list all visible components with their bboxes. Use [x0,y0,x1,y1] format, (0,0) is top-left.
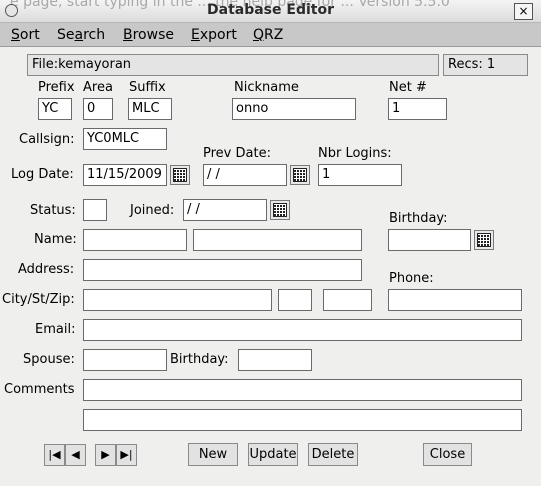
zip-field[interactable] [323,289,372,311]
close-window-button[interactable]: × [514,3,533,20]
email-field[interactable] [83,319,522,341]
nbr-logins-field[interactable]: 1 [318,164,402,186]
suffix-field[interactable]: MLC [128,98,172,120]
net-field[interactable]: 1 [388,98,447,120]
status-field[interactable] [83,199,107,221]
log-date-calendar-icon[interactable] [170,165,190,185]
last-record-icon[interactable]: ▶| [116,444,137,466]
window-title: Database Editor [207,2,334,18]
comments-field-1[interactable] [83,379,522,401]
city-st-zip-label: City/St/Zip: [2,292,75,307]
menu-search[interactable]: Search [57,27,105,43]
last-name-field[interactable] [193,229,362,251]
address-label: Address: [18,262,75,277]
phone-field[interactable] [388,289,522,311]
status-label: Status: [30,203,76,218]
spouse-birthday-field[interactable] [238,349,312,371]
callsign-field[interactable]: YC0MLC [83,128,167,150]
title-bar: e page, start typing in the ... the help… [0,0,541,23]
log-date-label: Log Date: [11,167,74,182]
prev-date-calendar-icon[interactable] [290,165,310,185]
joined-field[interactable]: / / [183,199,267,221]
birthday-field[interactable] [388,229,471,251]
next-record-icon[interactable]: ▶ [95,444,116,466]
area-field[interactable]: 0 [83,98,113,120]
nickname-field[interactable]: onno [232,98,356,120]
spouse-birthday-label: Birthday: [170,352,229,367]
update-button[interactable]: Update [248,443,298,466]
prefix-label: Prefix [38,80,75,95]
net-label: Net # [389,80,427,95]
city-field[interactable] [83,289,272,311]
nickname-label: Nickname [234,80,299,95]
area-label: Area [83,80,113,95]
menu-sort[interactable]: Sort [11,27,40,43]
file-status-field: File:kemayoran [27,54,439,76]
menu-browse[interactable]: Browse [123,27,174,43]
birthday-label: Birthday: [389,211,448,226]
comments-field-2[interactable] [83,409,522,431]
new-button[interactable]: New [188,443,238,466]
joined-label: Joined: [130,203,175,218]
email-label: Email: [35,322,76,337]
spouse-field[interactable] [83,349,167,371]
phone-label: Phone: [389,271,434,286]
menu-export[interactable]: Export [191,27,237,43]
address-field[interactable] [83,259,362,281]
suffix-label: Suffix [129,80,166,95]
prev-date-label: Prev Date: [203,146,271,161]
prev-date-field[interactable]: / / [203,164,287,186]
record-count-field: Recs: 1 [443,54,528,76]
delete-button[interactable]: Delete [308,443,358,466]
name-label: Name: [34,232,77,247]
first-name-field[interactable] [83,229,187,251]
menu-bar: Sort Search Browse Export QRZ [0,23,541,47]
spouse-label: Spouse: [23,352,75,367]
birthday-calendar-icon[interactable] [474,230,494,250]
previous-record-icon[interactable]: ◀ [65,444,86,466]
prefix-field[interactable]: YC [38,98,72,120]
callsign-label: Callsign: [19,132,75,147]
database-editor-window: e page, start typing in the ... the help… [0,0,541,486]
comments-label: Comments [4,382,75,397]
joined-calendar-icon[interactable] [270,200,290,220]
nbr-logins-label: Nbr Logins: [318,146,392,161]
close-button[interactable]: Close [423,443,472,466]
menu-qrz[interactable]: QRZ [253,27,283,43]
first-record-icon[interactable]: |◀ [44,444,65,466]
log-date-field[interactable]: 11/15/2009 [83,164,167,186]
state-field[interactable] [278,289,312,311]
